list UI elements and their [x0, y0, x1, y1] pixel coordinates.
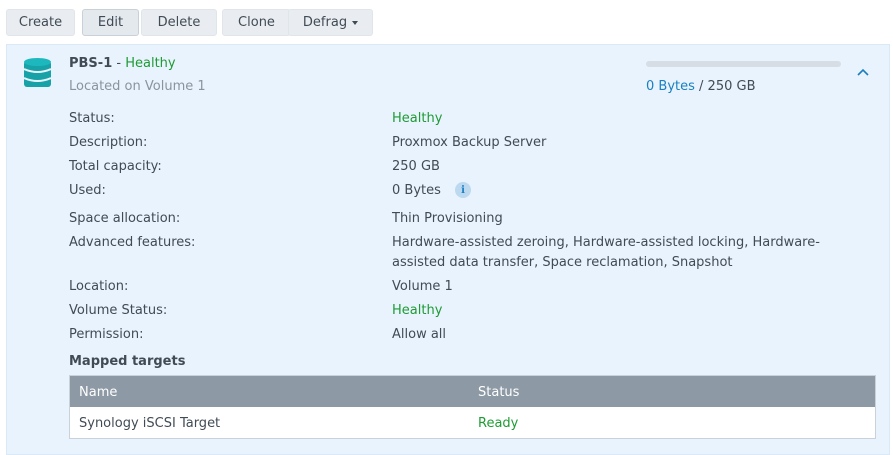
create-button[interactable]: Create	[6, 9, 75, 36]
table-header: Name Status	[70, 376, 875, 407]
space-allocation-label: Space allocation:	[69, 211, 181, 226]
table-row[interactable]: Synology iSCSI Target Ready	[70, 407, 875, 439]
caret-down-icon	[352, 20, 359, 25]
status-label: Status:	[69, 111, 115, 126]
database-icon	[24, 58, 51, 87]
permission-value: Allow all	[392, 327, 447, 342]
description-label: Description:	[69, 135, 148, 150]
lun-name: PBS-1	[69, 56, 113, 71]
edit-button[interactable]: Edit	[82, 9, 139, 36]
usage-bar	[646, 61, 841, 67]
used-label: Used:	[69, 183, 106, 198]
used-value: 0 Bytes	[392, 183, 441, 198]
status-value: Healthy	[392, 111, 443, 126]
usage-total: 250 GB	[707, 79, 756, 94]
space-allocation-value: Thin Provisioning	[392, 211, 503, 226]
location-value: Volume 1	[392, 279, 453, 294]
title-separator: -	[112, 56, 126, 71]
permission-label: Permission:	[69, 327, 144, 342]
target-status-cell: Ready	[478, 416, 519, 431]
mapped-targets-table: Name Status Synology iSCSI Target Ready	[69, 375, 876, 439]
volume-status-label: Volume Status:	[69, 303, 168, 318]
volume-status-value: Healthy	[392, 303, 443, 318]
target-name-cell: Synology iSCSI Target	[79, 416, 221, 431]
total-capacity-value: 250 GB	[392, 159, 440, 174]
info-icon[interactable]: i	[455, 182, 471, 198]
lun-status: Healthy	[125, 56, 176, 71]
location-label: Location:	[69, 279, 129, 294]
usage-text: 0 Bytes / 250 GB	[646, 79, 755, 94]
lun-location: Located on Volume 1	[69, 79, 206, 94]
clone-button[interactable]: Clone	[222, 9, 291, 36]
usage-used: 0 Bytes	[646, 79, 695, 94]
advanced-features-value: Hardware-assisted zeroing, Hardware-assi…	[392, 235, 820, 270]
column-header-status[interactable]: Status	[478, 385, 519, 400]
usage-separator: /	[694, 79, 708, 94]
chevron-up-icon[interactable]	[857, 68, 869, 76]
delete-button[interactable]: Delete	[141, 9, 217, 36]
description-value: Proxmox Backup Server	[392, 135, 547, 150]
column-header-name[interactable]: Name	[79, 385, 117, 400]
defrag-label: Defrag	[302, 15, 348, 30]
total-capacity-label: Total capacity:	[69, 159, 162, 174]
lun-title: PBS-1 - Healthy	[69, 56, 176, 71]
advanced-features-label: Advanced features:	[69, 235, 196, 250]
defrag-dropdown-button[interactable]: Defrag	[288, 9, 373, 36]
mapped-targets-title: Mapped targets	[69, 354, 186, 369]
